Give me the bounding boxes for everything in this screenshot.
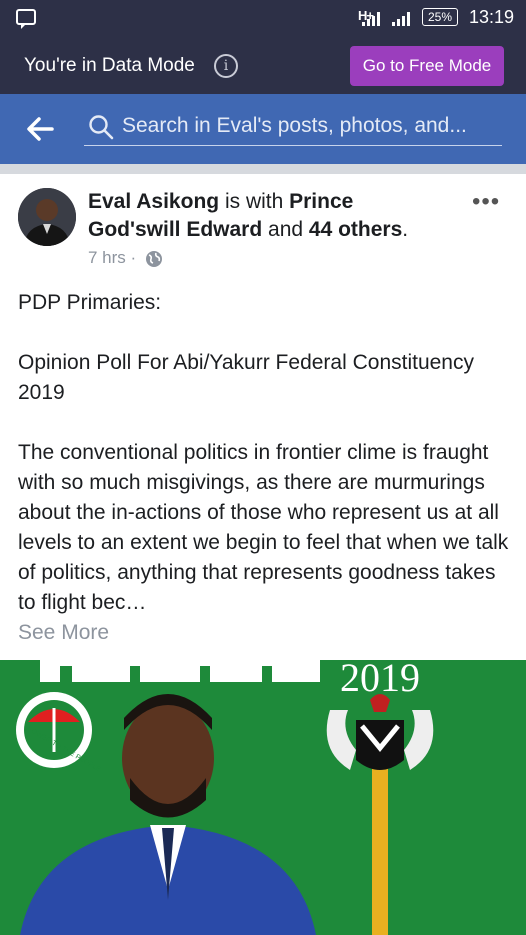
post-meta: 7 hrs ·: [88, 248, 163, 268]
search-header: Search in Eval's posts, photos, and...: [0, 94, 526, 164]
battery-indicator: 25%: [422, 8, 458, 26]
clock: 13:19: [468, 7, 514, 27]
data-mode-bar: You're in Data Mode i Go to Free Mode: [0, 36, 526, 94]
avatar[interactable]: [18, 188, 76, 246]
back-arrow-icon[interactable]: [26, 116, 54, 142]
and-text: and: [262, 218, 309, 241]
free-mode-button[interactable]: Go to Free Mode: [350, 46, 504, 86]
post-paragraph: The conventional politics in frontier cl…: [18, 441, 509, 614]
see-more-link[interactable]: See More: [18, 618, 518, 648]
poster-year: 2019: [340, 660, 420, 700]
data-mode-label: You're in Data Mode: [24, 55, 195, 76]
campaign-poster-graphic: [0, 660, 526, 935]
post-image[interactable]: 2019 POWER TO THE PEOPLE: [0, 660, 526, 935]
feed-divider: [0, 164, 526, 174]
search-placeholder: Search in Eval's posts, photos, and...: [122, 114, 467, 137]
period: .: [402, 218, 409, 241]
post-paragraph: Opinion Poll For Abi/Yakurr Federal Cons…: [18, 351, 474, 404]
post-header: Eval Asikong is with Prince God'swill Ed…: [88, 188, 448, 244]
post-paragraph: PDP Primaries:: [18, 291, 162, 314]
tagged-others-link[interactable]: 44 others: [309, 218, 402, 241]
post-card: Eval Asikong is with Prince God'swill Ed…: [0, 174, 526, 660]
more-options-icon[interactable]: •••: [472, 188, 500, 216]
post-time[interactable]: 7 hrs: [88, 248, 126, 267]
with-text: is with: [219, 190, 290, 213]
signal-strength-icon: [362, 12, 380, 26]
meta-separator: ·: [130, 248, 137, 267]
messenger-notification-icon: [16, 9, 36, 29]
post-body: PDP Primaries: Opinion Poll For Abi/Yaku…: [18, 288, 518, 648]
signal-strength-2-icon: [392, 12, 410, 26]
search-input[interactable]: Search in Eval's posts, photos, and...: [84, 108, 502, 146]
public-globe-icon: [145, 250, 162, 267]
author-name[interactable]: Eval Asikong: [88, 190, 219, 213]
status-bar: H+ 25% 13:19: [0, 0, 526, 36]
search-icon: [89, 115, 114, 140]
info-icon[interactable]: i: [214, 54, 238, 78]
